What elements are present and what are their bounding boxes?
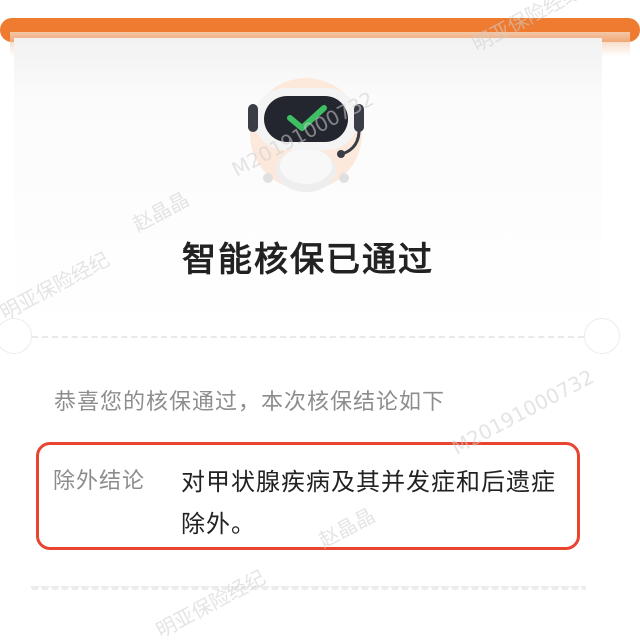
ticket-divider (32, 336, 584, 338)
exclusion-result-box: 除外结论 对甲状腺疾病及其并发症和后遗症除外。 (36, 442, 580, 550)
page-title: 智能核保已通过 (182, 240, 434, 280)
exclusion-label: 除外结论 (53, 469, 146, 494)
ticket-bottom-edge (30, 586, 586, 598)
robot-check-icon (248, 78, 364, 192)
result-intro-text: 恭喜您的核保通过，本次核保结论如下 (54, 390, 446, 415)
exclusion-text: 对甲状腺疾病及其并发症和后遗症除外。 (181, 468, 556, 538)
ticket-notch-right (584, 318, 620, 354)
